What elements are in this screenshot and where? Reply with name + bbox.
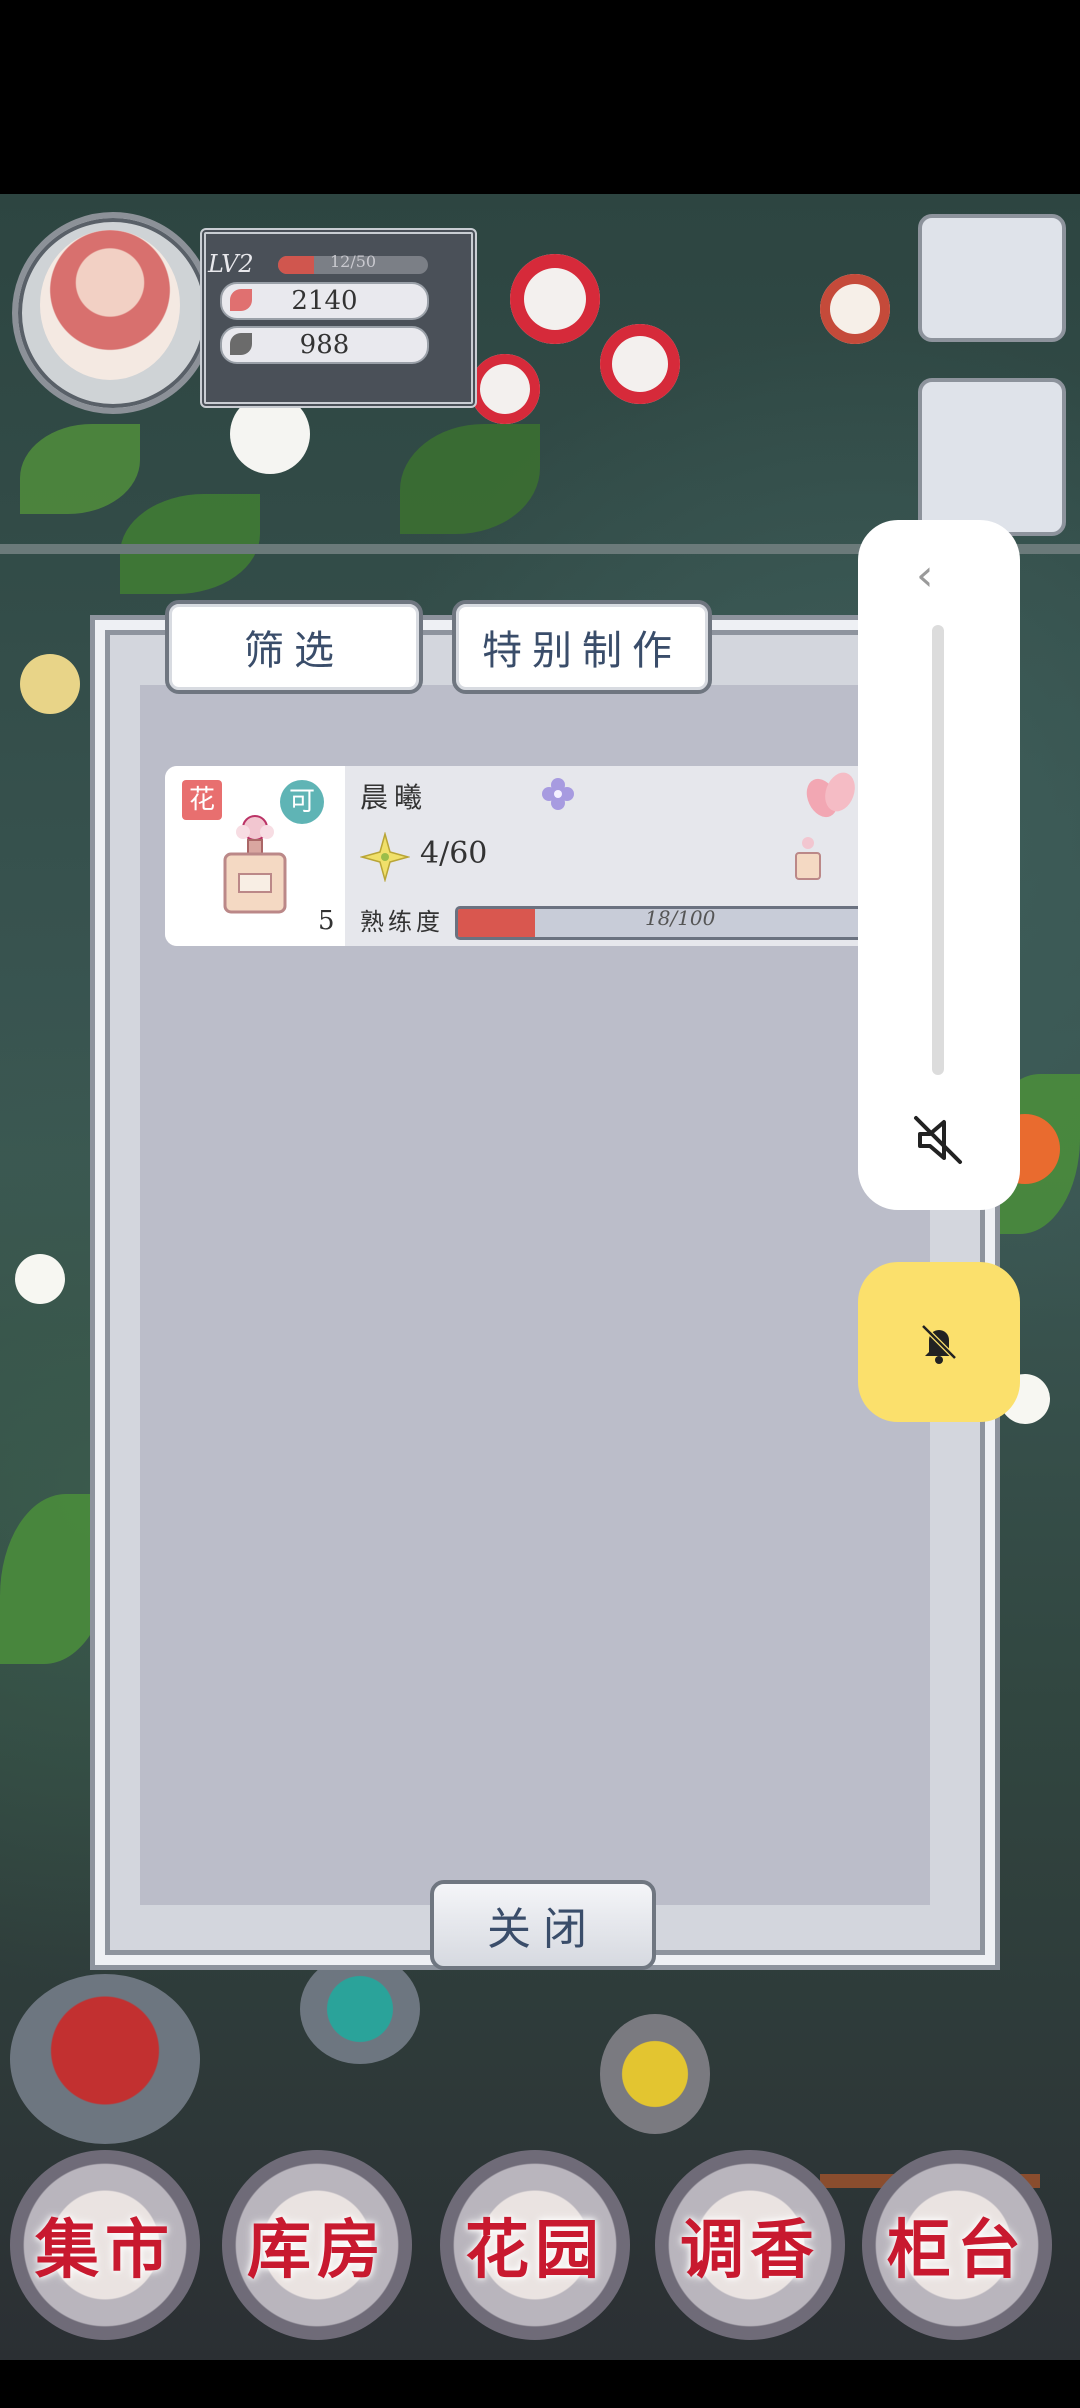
leaf-count: 988 xyxy=(299,330,350,360)
nav-market-button[interactable]: 集市 xyxy=(10,2150,200,2340)
speaker-muted-icon[interactable] xyxy=(908,1110,968,1170)
small-perfume-icon xyxy=(795,837,821,880)
nav-warehouse-label: 库房 xyxy=(247,2213,387,2288)
bell-off-icon xyxy=(921,1324,957,1364)
ringer-mute-button[interactable] xyxy=(858,1262,1020,1422)
petal-icon xyxy=(230,289,252,311)
petal-count: 2140 xyxy=(291,286,358,316)
tab-filter[interactable]: 筛选 xyxy=(165,600,423,694)
nav-perfume-label: 调香 xyxy=(680,2213,820,2288)
xp-bar-fill xyxy=(278,256,314,274)
nav-counter-button[interactable]: 柜台 xyxy=(862,2150,1052,2340)
player-avatar[interactable] xyxy=(40,230,180,380)
xp-text: 12/50 xyxy=(330,252,377,271)
perfume-bottle-icon xyxy=(223,815,287,914)
nav-counter-label: 柜台 xyxy=(887,2213,1027,2288)
recipe-name: 晨曦 xyxy=(360,781,429,814)
volume-slider[interactable] xyxy=(932,625,944,1075)
mastery-progress-fill xyxy=(458,909,536,937)
lily-icon xyxy=(360,832,410,882)
stock-count: 5 xyxy=(318,906,335,936)
clipboard-button[interactable] xyxy=(918,378,1066,536)
tab-special-craft[interactable]: 特别制作 xyxy=(452,600,712,694)
nav-warehouse-button[interactable]: 库房 xyxy=(222,2150,412,2340)
mastery-text: 18/100 xyxy=(645,906,716,930)
material-count: 4/60 xyxy=(420,836,488,871)
calendar-button[interactable] xyxy=(918,214,1066,342)
nav-garden-button[interactable]: 花园 xyxy=(440,2150,630,2340)
nav-market-label: 集市 xyxy=(35,2213,175,2288)
craftable-badge: 可 xyxy=(280,780,324,824)
mastery-label: 熟练度 xyxy=(360,908,444,936)
violet-flower-icon xyxy=(542,778,574,810)
leaf-icon xyxy=(230,333,252,355)
level-label: LV2 xyxy=(208,250,254,278)
close-button[interactable]: 关闭 xyxy=(430,1880,656,1970)
pink-petal-icon xyxy=(806,772,855,818)
leaf-currency: 988 xyxy=(220,326,429,364)
category-tag: 花 xyxy=(182,780,222,820)
chevron-left-icon[interactable]: ‹ xyxy=(916,550,934,601)
nav-perfume-button[interactable]: 调香 xyxy=(655,2150,845,2340)
petal-currency: 2140 xyxy=(220,282,429,320)
nav-garden-label: 花园 xyxy=(465,2213,605,2288)
